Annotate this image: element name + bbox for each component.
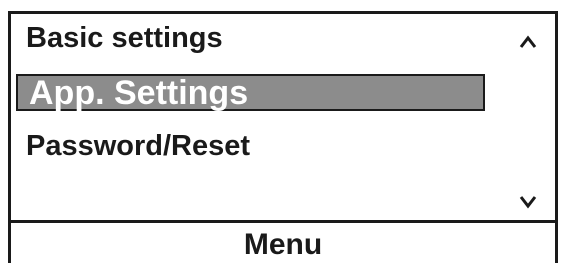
footer-divider [11,220,555,223]
menu-item-password-reset[interactable]: Password/Reset [26,130,250,162]
caret-down-icon[interactable] [519,188,537,216]
caret-up-icon[interactable] [519,28,537,56]
menu-item-app-settings[interactable]: App. Settings [16,74,485,111]
menu-item-app-settings-label: App. Settings [29,74,249,112]
menu-softkey-label[interactable]: Menu [11,228,555,262]
menu-item-basic-settings[interactable]: Basic settings [26,22,223,54]
lcd-screen: Basic settings App. Settings Password/Re… [8,11,558,263]
